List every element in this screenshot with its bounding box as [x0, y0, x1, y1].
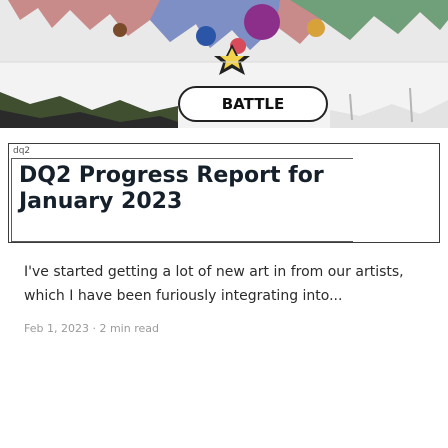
read-time: 2 min read [99, 322, 159, 335]
post-thumbnail[interactable]: dq2 DQ2 Progress Report for January 2023 [8, 143, 440, 243]
post-teaser[interactable]: I've started getting a lot of new art in… [24, 260, 424, 308]
meta-separator: · [92, 322, 96, 335]
hero-image[interactable]: BATTLE [0, 0, 448, 128]
battle-label: BATTLE [178, 86, 328, 122]
thumbnail-title: DQ2 Progress Report for January 2023 [19, 163, 324, 214]
post-date: Feb 1, 2023 [24, 322, 89, 335]
thumbnail-tag: dq2 [13, 146, 31, 156]
post-meta: Feb 1, 2023 · 2 min read [24, 322, 159, 335]
